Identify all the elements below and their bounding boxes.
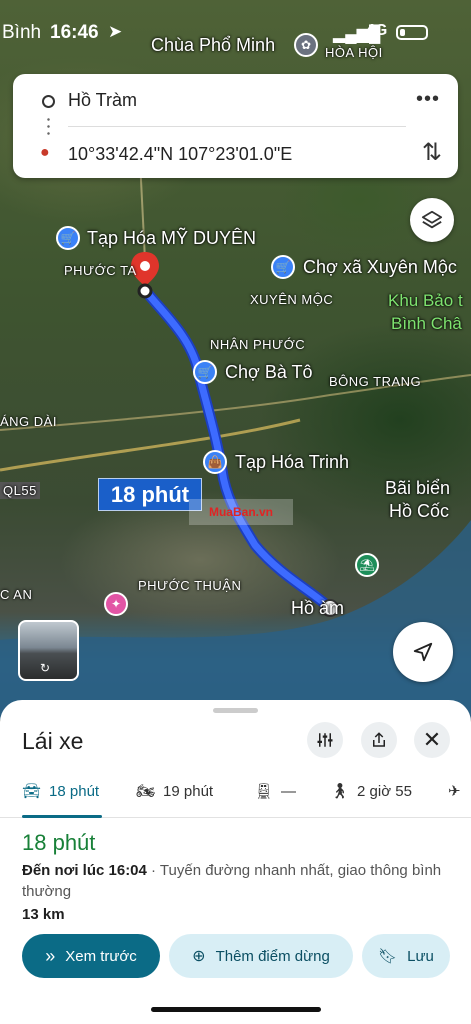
- close-icon: ✕: [422, 727, 442, 752]
- map-label-cho-ba-to[interactable]: Chợ Bà Tô: [225, 362, 313, 383]
- tab-flight[interactable]: ✈: [448, 782, 461, 800]
- arrival-time: Đến nơi lúc 16:04: [22, 862, 147, 879]
- save-label: Lưu: [407, 947, 434, 965]
- sheet-grabber[interactable]: [213, 708, 258, 713]
- map-label-xuyen-moc: XUYÊN MỘC: [250, 292, 334, 307]
- network-type: 4G: [366, 22, 388, 39]
- double-chevron-icon: »: [45, 945, 56, 966]
- map-label-c-an: C AN: [0, 587, 33, 602]
- map-label-ho-tram-end[interactable]: Hồ àm: [291, 598, 344, 619]
- route-time-badge[interactable]: 18 phút: [98, 478, 202, 511]
- location-arrow-icon: ➤: [108, 22, 123, 41]
- tab-driving[interactable]: 🚘︎ 18 phút: [22, 782, 100, 801]
- tab-driving-label: 18 phút: [49, 782, 100, 800]
- route-options-button[interactable]: [307, 722, 343, 758]
- add-stop-button[interactable]: ⊕ Thêm điểm dừng: [169, 934, 353, 978]
- shop-icon[interactable]: 🛒: [56, 226, 80, 250]
- status-back-app[interactable]: Bình: [2, 22, 41, 44]
- arrival-info: Đến nơi lúc 16:04 · Tuyến đường nhanh nh…: [22, 860, 442, 902]
- share-icon: [373, 732, 385, 747]
- share-button[interactable]: [361, 722, 397, 758]
- bookmark-icon: 🔖︎: [378, 948, 398, 965]
- eta-duration: 18 phút: [22, 830, 96, 855]
- watermark: Mua Ban.vn: [189, 499, 293, 525]
- tab-motorbike-label: 19 phút: [163, 782, 214, 800]
- plane-icon: ✈: [448, 783, 461, 800]
- map-label-nhan-phuoc: NHÂN PHƯỚC: [210, 337, 306, 352]
- map-label-khu-bao-ton[interactable]: Khu Bảo t: [388, 291, 463, 311]
- add-location-icon: ⊕: [192, 948, 206, 965]
- transit-icon: 🚆︎: [254, 783, 274, 800]
- home-indicator[interactable]: [151, 1007, 321, 1012]
- destination-marker-icon: ●: [40, 144, 50, 161]
- watermark-text-2: Ban.vn: [232, 505, 273, 519]
- map-label-ang-dai: ÁNG DÀI: [0, 414, 57, 429]
- map-label-phuoc-thuan: PHƯỚC THUẬN: [138, 578, 242, 593]
- map-label-binh-chau[interactable]: Bình Châ: [391, 314, 462, 334]
- sliders-icon: [317, 733, 333, 747]
- sheet-title: Lái xe: [22, 728, 84, 754]
- market-icon[interactable]: 🛒: [271, 255, 295, 279]
- layers-icon: [421, 210, 443, 229]
- map-label-tap-hoa-trinh[interactable]: Tạp Hóa Trinh: [235, 452, 349, 473]
- shopping-bag-icon[interactable]: 👜: [203, 450, 227, 474]
- map-label-bong-trang: BÔNG TRANG: [329, 374, 422, 389]
- watermark-text-1: Mua: [208, 505, 233, 519]
- origin-circle-icon: [42, 95, 55, 108]
- status-time: 16:46: [50, 22, 99, 43]
- navigation-arrow-icon: [413, 642, 433, 662]
- route-distance: 13 km: [22, 906, 65, 923]
- route-dots-icon: [47, 116, 50, 138]
- map-label-ho-coc[interactable]: Hồ Cốc: [389, 501, 449, 522]
- my-location-button[interactable]: [393, 622, 453, 682]
- tab-walking-label: 2 giờ 55: [357, 782, 412, 800]
- map-label-tap-hoa-my-duyen[interactable]: Tạp Hóa MỸ DUYÊN: [87, 228, 256, 249]
- tab-walking[interactable]: 🚶︎ 2 giờ 55: [330, 782, 412, 801]
- layers-button[interactable]: [410, 198, 454, 242]
- route-card: ● Hồ Tràm 10°33'42.4"N 107°23'01.0"E •••…: [13, 74, 458, 178]
- tab-motorbike[interactable]: 🏍︎ 19 phút: [136, 782, 214, 801]
- beach-icon[interactable]: ⛱: [355, 553, 379, 577]
- attraction-icon[interactable]: ✦: [104, 592, 128, 616]
- market-icon[interactable]: 🛒: [193, 360, 217, 384]
- tab-transit[interactable]: 🚆︎ —: [254, 782, 297, 801]
- preview-label: Xem trước: [65, 947, 137, 965]
- map-label-cho-xa-xuyen-moc[interactable]: Chợ xã Xuyên Mộc: [303, 257, 457, 278]
- tab-transit-label: —: [281, 782, 297, 800]
- walk-icon: 🚶︎: [330, 783, 350, 800]
- rotate-icon: ↻: [40, 661, 51, 675]
- save-button[interactable]: 🔖︎ Lưu: [362, 934, 450, 978]
- car-icon: 🚘︎: [22, 783, 42, 800]
- motorbike-icon: 🏍︎: [136, 783, 156, 800]
- map-label-bai-bien[interactable]: Bãi biển: [385, 478, 450, 499]
- directions-sheet: Lái xe ✕ 🚘︎ 18 phút 🏍︎ 19 phút 🚆︎ — 🚶︎ 2…: [0, 700, 471, 1024]
- destination-field[interactable]: 10°33'42.4"N 107°23'01.0"E: [68, 144, 292, 165]
- swap-directions-icon[interactable]: ⇅: [422, 138, 442, 167]
- more-options-icon[interactable]: •••: [416, 88, 440, 111]
- active-tab-indicator: [22, 815, 102, 818]
- divider: [68, 126, 406, 127]
- close-button[interactable]: ✕: [414, 722, 450, 758]
- status-bar: Bình 16:46 ➤ ▂▄▆█ 4G: [0, 0, 471, 64]
- map-label-phuoc-tan: PHƯỚC TA: [64, 263, 137, 278]
- street-view-thumbnail[interactable]: ↻: [18, 620, 79, 681]
- origin-field[interactable]: Hồ Tràm: [68, 90, 137, 111]
- battery-icon: [396, 25, 428, 40]
- add-stop-label: Thêm điểm dừng: [215, 947, 330, 965]
- travel-mode-tabs: 🚘︎ 18 phút 🏍︎ 19 phút 🚆︎ — 🚶︎ 2 giờ 55 ✈: [0, 772, 471, 818]
- road-label-ql55: QL55: [0, 482, 40, 499]
- preview-button[interactable]: » Xem trước: [22, 934, 160, 978]
